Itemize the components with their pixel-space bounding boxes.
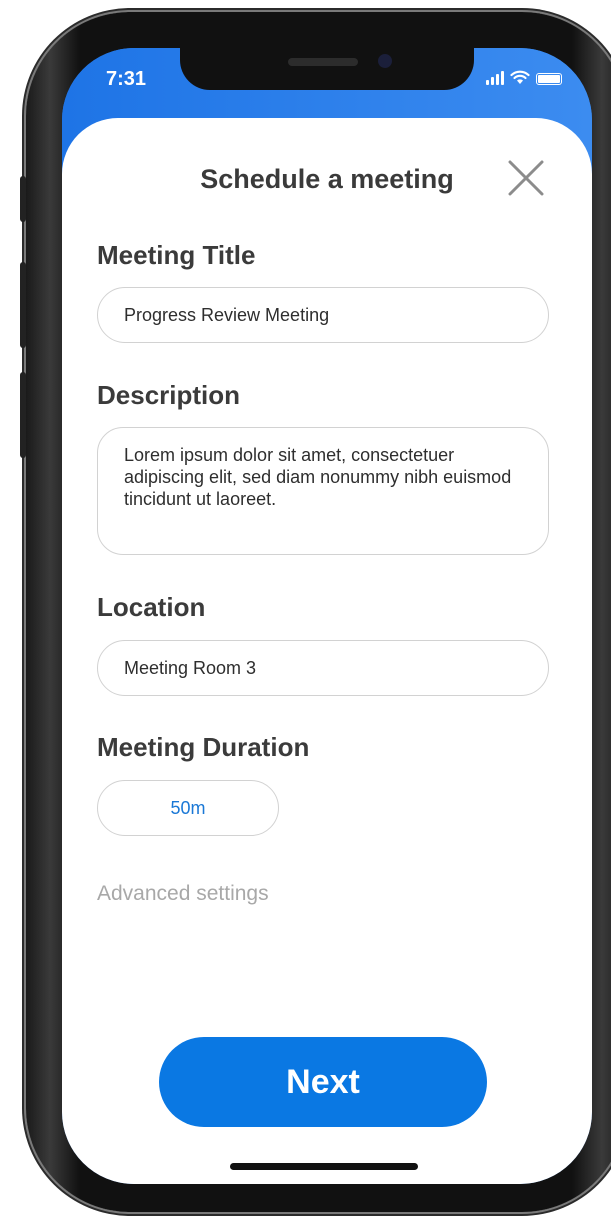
advanced-settings-link[interactable]: Advanced settings (97, 882, 269, 906)
signal-icon (486, 71, 504, 85)
side-button-volume-down (20, 372, 26, 458)
description-textarea[interactable]: Lorem ipsum dolor sit amet, consectetuer… (97, 427, 549, 555)
duration-selector[interactable]: 50m (97, 780, 279, 836)
meeting-title-input[interactable]: Progress Review Meeting (97, 287, 549, 343)
status-time: 7:31 (106, 68, 147, 90)
close-button[interactable] (506, 158, 546, 198)
front-camera (378, 54, 392, 68)
next-button[interactable]: Next (159, 1037, 487, 1127)
wifi-icon (510, 70, 530, 84)
speaker-grille (288, 58, 358, 66)
close-icon (508, 160, 544, 196)
meeting-duration-label: Meeting Duration (97, 732, 310, 762)
notch (180, 48, 474, 90)
side-button-volume-up (20, 262, 26, 348)
battery-icon (536, 73, 562, 85)
phone-screen: 7:31 Schedule a meeting Meeting Title Pr… (62, 48, 592, 1184)
side-button-mute (20, 176, 26, 222)
description-label: Description (97, 380, 241, 410)
location-input[interactable]: Meeting Room 3 (97, 640, 549, 696)
home-indicator (230, 1163, 418, 1170)
location-label: Location (97, 592, 206, 622)
status-icons (486, 70, 562, 85)
meeting-title-label: Meeting Title (97, 240, 256, 270)
